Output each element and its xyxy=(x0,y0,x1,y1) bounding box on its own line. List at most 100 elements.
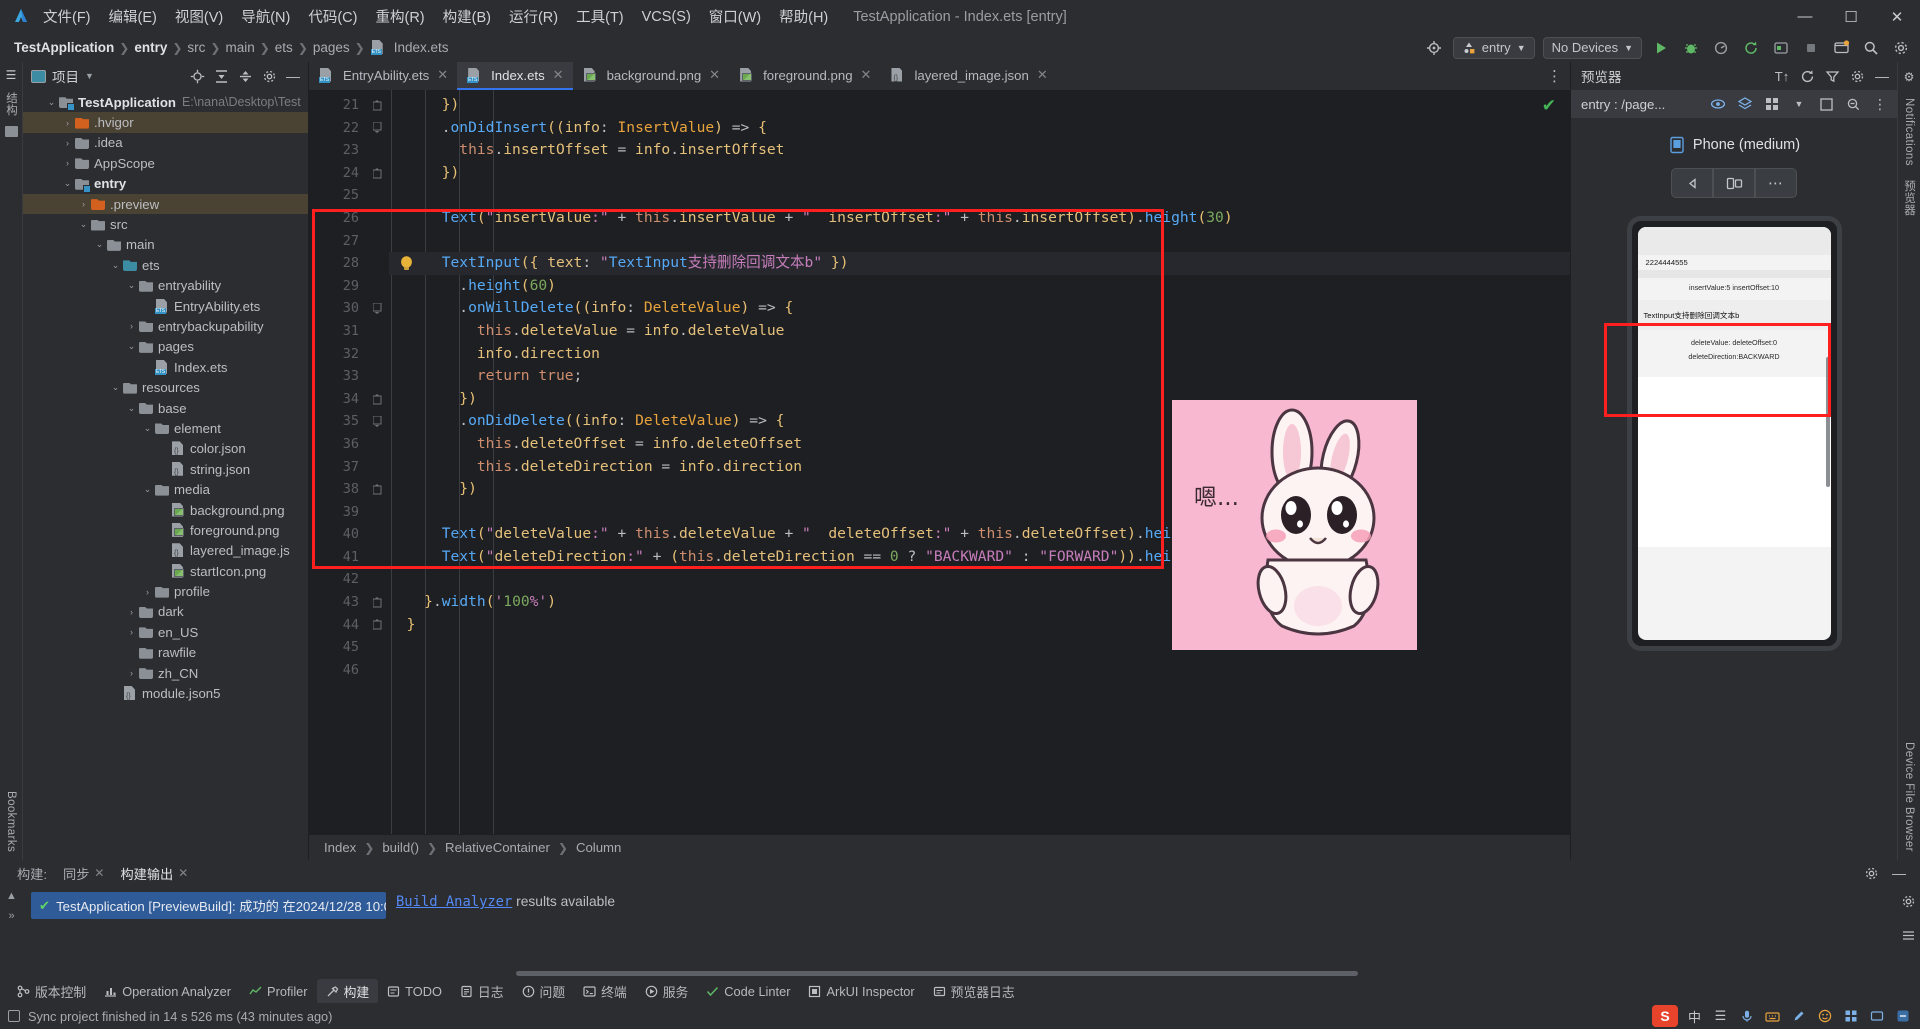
breadcrumb-src[interactable]: src xyxy=(183,39,209,56)
menu-help[interactable]: 帮助(H) xyxy=(770,2,837,31)
preview-phone-frame[interactable]: 2224444555 insertValue:5 insertOffset:10… xyxy=(1626,216,1842,651)
code-line[interactable]: this.deleteValue = info.deleteValue xyxy=(389,320,1570,343)
minimize-icon[interactable]: — xyxy=(1871,65,1893,87)
chevron-right-icon[interactable]: › xyxy=(125,668,138,678)
list-icon[interactable] xyxy=(1897,924,1919,946)
tool-button-code-linter[interactable]: Code Linter xyxy=(697,981,799,1002)
tray-icon[interactable] xyxy=(1893,1007,1912,1026)
tree-row-rawfile[interactable]: rawfile xyxy=(23,643,308,663)
profile-icon[interactable] xyxy=(1710,37,1732,59)
close-icon[interactable]: ✕ xyxy=(94,866,104,880)
structure-strip-label[interactable]: 结构 xyxy=(3,92,19,116)
chevron-down-icon[interactable]: ▼ xyxy=(1788,93,1810,115)
tree-row-profile[interactable]: › profile xyxy=(23,581,308,601)
bottom-tab-build-output[interactable]: 构建输出 ✕ xyxy=(113,862,195,885)
breadcrumb-testapplication[interactable]: TestApplication xyxy=(10,39,118,56)
chevron-right-icon[interactable]: › xyxy=(125,627,138,637)
chevron-down-icon[interactable]: ⌄ xyxy=(109,260,122,271)
bookmarks-strip-label[interactable]: Bookmarks xyxy=(5,791,17,852)
more-options-icon[interactable]: ⋯ xyxy=(1755,168,1797,198)
editor-tab-overflow[interactable]: ⋮ xyxy=(1539,62,1570,90)
expand-icon[interactable]: » xyxy=(8,910,14,922)
project-tool-icon[interactable]: ☰ xyxy=(6,68,17,82)
code-line[interactable]: info.direction xyxy=(389,343,1570,366)
tool-button-profiler[interactable]: Profiler xyxy=(240,981,317,1002)
keyboard-icon[interactable] xyxy=(1763,1007,1782,1026)
fold-marker-end[interactable] xyxy=(365,614,389,637)
pen-icon[interactable] xyxy=(1789,1007,1808,1026)
eye-icon[interactable] xyxy=(1707,93,1729,115)
menu-build[interactable]: 构建(B) xyxy=(434,2,500,31)
code-line[interactable]: .height(60) xyxy=(389,275,1570,298)
updates-icon[interactable] xyxy=(1830,37,1852,59)
tree-row-entryability[interactable]: ⌄ entryability xyxy=(23,276,308,296)
tree-row-entrybackupability[interactable]: › entrybackupability xyxy=(23,316,308,336)
fold-marker-end[interactable] xyxy=(365,162,389,185)
code-line[interactable] xyxy=(389,230,1570,253)
tree-row--preview[interactable]: › .preview xyxy=(23,193,308,215)
square-icon[interactable] xyxy=(8,1010,20,1022)
fold-marker-end[interactable] xyxy=(365,591,389,614)
gear-icon[interactable] xyxy=(258,65,280,87)
menu-icon[interactable]: ☰ xyxy=(1711,1007,1730,1026)
breadcrumb-index-ets[interactable]: Index.ets xyxy=(366,39,453,56)
editor-tab-entryability-ets[interactable]: EntryAbility.ets ✕ xyxy=(309,62,457,90)
notifications-strip-label[interactable]: Notifications xyxy=(1903,98,1915,166)
editor-tab-index-ets[interactable]: Index.ets ✕ xyxy=(457,62,573,90)
build-output-tree[interactable]: ✔ TestApplication [PreviewBuild]: 成功的 在2… xyxy=(23,886,386,979)
close-icon[interactable]: ✕ xyxy=(437,67,448,83)
build-output-selected-item[interactable]: ✔ TestApplication [PreviewBuild]: 成功的 在2… xyxy=(31,892,386,919)
menu-refactor[interactable]: 重构(R) xyxy=(366,2,433,31)
menu-run[interactable]: 运行(R) xyxy=(500,2,567,31)
code-line[interactable]: TextInput({ text: "TextInput支持删除回调文本b" }… xyxy=(389,252,1570,275)
chevron-down-icon[interactable]: ⌄ xyxy=(125,403,138,414)
code-line[interactable] xyxy=(389,659,1570,682)
code-line[interactable]: this.insertOffset = info.insertOffset xyxy=(389,139,1570,162)
crosshair-icon[interactable] xyxy=(1423,37,1445,59)
chevron-down-icon[interactable]: ⌄ xyxy=(109,382,122,393)
multi-device-icon[interactable] xyxy=(1713,168,1755,198)
fit-icon[interactable] xyxy=(1815,93,1837,115)
fold-marker-end[interactable] xyxy=(365,94,389,117)
menu-navigate[interactable]: 导航(N) xyxy=(232,2,299,31)
tool-button---[interactable]: 构建 xyxy=(316,978,379,1004)
fold-marker-start[interactable] xyxy=(365,410,389,433)
settings-icon[interactable] xyxy=(1897,890,1919,912)
search-icon[interactable] xyxy=(1860,37,1882,59)
tree-row-testapplication[interactable]: ⌄ TestApplication E:\nana\Desktop\Test xyxy=(23,92,308,112)
code-line[interactable] xyxy=(389,184,1570,207)
chevron-down-icon[interactable]: ⌄ xyxy=(125,280,138,291)
menu-view[interactable]: 视图(V) xyxy=(166,2,232,31)
tree-row-color-json[interactable]: color.json xyxy=(23,439,308,459)
chevron-right-icon[interactable]: › xyxy=(61,118,74,128)
status-crumb-index[interactable]: Index xyxy=(321,840,359,855)
ime-mode-label[interactable]: 中 xyxy=(1685,1007,1704,1026)
collapse-icon[interactable]: ▲ xyxy=(6,890,17,902)
build-analyzer-link[interactable]: Build Analyzer xyxy=(396,894,512,910)
chevron-right-icon[interactable]: › xyxy=(61,138,74,148)
tool-button-arkui-inspector[interactable]: ArkUI Inspector xyxy=(799,981,923,1002)
code-line[interactable]: return true; xyxy=(389,365,1570,388)
close-icon[interactable]: ✕ xyxy=(1037,67,1048,83)
tree-row-string-json[interactable]: string.json xyxy=(23,459,308,479)
fold-gutter[interactable] xyxy=(365,90,389,834)
coverage-icon[interactable] xyxy=(1770,37,1792,59)
tree-row-appscope[interactable]: › AppScope xyxy=(23,153,308,173)
close-button[interactable]: ✕ xyxy=(1874,0,1920,33)
more-icon[interactable] xyxy=(1867,1007,1886,1026)
code-line[interactable]: }) xyxy=(389,94,1570,117)
grid-icon[interactable] xyxy=(1841,1007,1860,1026)
minimize-icon[interactable]: — xyxy=(1888,862,1910,884)
fold-marker-end[interactable] xyxy=(365,478,389,501)
status-crumb-relativecontainer[interactable]: RelativeContainer xyxy=(442,840,553,855)
locate-icon[interactable] xyxy=(186,65,208,87)
chevron-down-icon[interactable]: ⌄ xyxy=(141,484,154,495)
run-configuration-selector[interactable]: entry ▼ xyxy=(1452,36,1535,59)
gear-icon[interactable] xyxy=(1860,862,1882,884)
preview-textinput[interactable]: TextInput支持删除回调文本b xyxy=(1637,300,1831,330)
tree-row-module-json5[interactable]: module.json5 xyxy=(23,683,308,703)
gear-icon[interactable] xyxy=(1890,37,1912,59)
previewer-strip-label[interactable]: 预览器 xyxy=(1901,180,1917,216)
expand-all-icon[interactable] xyxy=(210,65,232,87)
chevron-right-icon[interactable]: › xyxy=(77,199,90,209)
